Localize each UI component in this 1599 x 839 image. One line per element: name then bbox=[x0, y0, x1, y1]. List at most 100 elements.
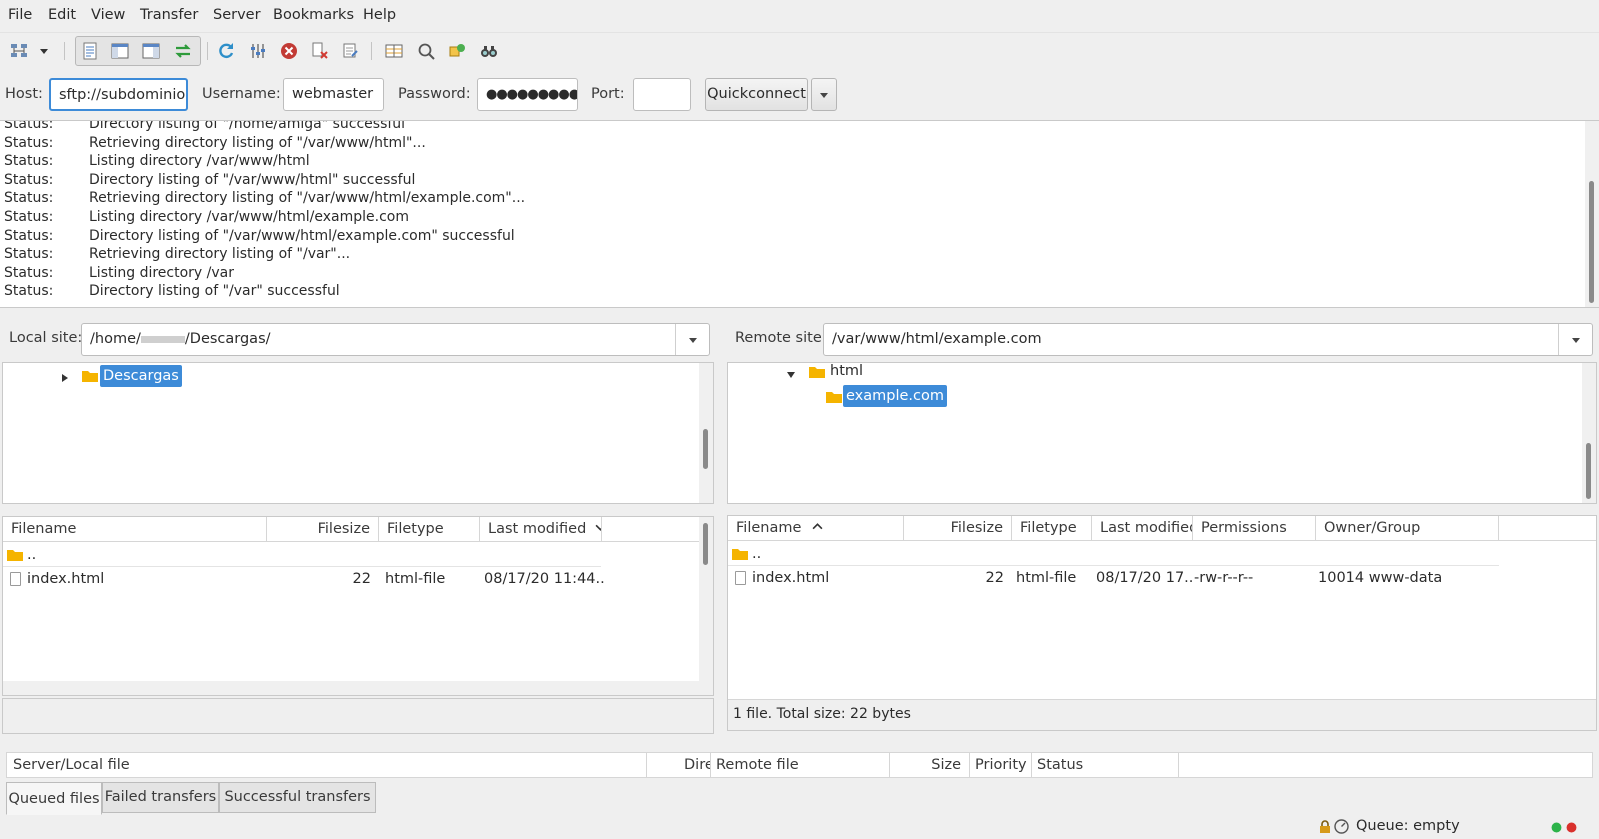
menu-server[interactable]: Server bbox=[213, 7, 261, 23]
local-list-scrollbar[interactable] bbox=[699, 517, 713, 695]
file-icon bbox=[735, 571, 746, 585]
chevron-down-icon bbox=[820, 93, 828, 98]
filter-icon[interactable] bbox=[413, 38, 439, 64]
local-path-prefix: /home/ bbox=[90, 331, 141, 347]
tab-queued-files[interactable]: Queued files bbox=[6, 782, 102, 815]
process-queue-icon[interactable] bbox=[245, 38, 271, 64]
log-row-message: Listing directory /var/www/html/example.… bbox=[89, 209, 409, 225]
local-tree-icon[interactable] bbox=[107, 38, 133, 64]
file-name: index.html bbox=[27, 571, 105, 587]
message-log-icon[interactable] bbox=[77, 38, 103, 64]
menu-transfer[interactable]: Transfer bbox=[140, 7, 198, 23]
username-input[interactable]: webmaster bbox=[283, 78, 384, 111]
file-size: 22 bbox=[352, 571, 371, 587]
local-status-box bbox=[2, 698, 714, 734]
remote-path-text: /var/www/html/example.com bbox=[832, 331, 1042, 347]
remote-summary: 1 file. Total size: 22 bytes bbox=[733, 706, 911, 722]
local-tree-scrollbar[interactable] bbox=[699, 363, 713, 503]
expand-arrow-icon[interactable] bbox=[60, 371, 70, 387]
collapse-arrow-icon[interactable] bbox=[786, 368, 796, 384]
list-item[interactable]: index.html 22 html-file 08/17/20 17... -… bbox=[728, 566, 1596, 590]
local-list-hscroll[interactable] bbox=[3, 681, 701, 695]
tree-node-descargas[interactable]: Descargas bbox=[100, 365, 182, 387]
dropdown-arrow-icon[interactable] bbox=[35, 38, 53, 64]
port-input[interactable] bbox=[633, 78, 691, 111]
log-scrollbar[interactable] bbox=[1585, 121, 1599, 307]
file-permissions: -rw-r--r-- bbox=[1194, 570, 1254, 586]
col-server-local-file[interactable]: Server/Local file bbox=[7, 753, 647, 777]
chevron-down-icon[interactable] bbox=[675, 324, 709, 355]
remote-tree-scrollbar[interactable] bbox=[1582, 363, 1596, 503]
quickconnect-dropdown-button[interactable] bbox=[811, 78, 837, 111]
status-bar: Queue: empty bbox=[0, 816, 1599, 839]
host-input[interactable]: sftp://subdominio.n bbox=[49, 78, 188, 111]
col-size[interactable]: Size bbox=[890, 753, 970, 777]
col-direction[interactable]: Directio bbox=[647, 753, 711, 777]
col-filetype[interactable]: Filetype bbox=[379, 517, 480, 542]
file-name: .. bbox=[27, 547, 37, 563]
col-owner-group[interactable]: Owner/Group bbox=[1316, 516, 1499, 541]
host-label: Host: bbox=[5, 86, 43, 102]
menu-file[interactable]: File bbox=[8, 7, 32, 23]
remote-tree-icon[interactable] bbox=[138, 38, 164, 64]
local-site-label: Local site: bbox=[9, 330, 83, 346]
tab-successful-transfers[interactable]: Successful transfers bbox=[219, 782, 376, 813]
disconnect-icon[interactable] bbox=[307, 38, 333, 64]
toolbar-separator bbox=[371, 42, 372, 60]
col-filetype[interactable]: Filetype bbox=[1012, 516, 1092, 541]
queue-header: Server/Local file Directio Remote file S… bbox=[6, 752, 1593, 778]
log-row-type: Status: bbox=[4, 134, 54, 151]
col-remote-file[interactable]: Remote file bbox=[711, 753, 890, 777]
col-priority[interactable]: Priority bbox=[970, 753, 1032, 777]
password-input[interactable]: ●●●●●●●●● bbox=[477, 78, 578, 111]
menu-view[interactable]: View bbox=[91, 7, 125, 23]
log-row-type: Status: bbox=[4, 227, 54, 244]
list-item[interactable]: .. bbox=[3, 543, 601, 567]
search-icon[interactable] bbox=[476, 38, 502, 64]
remote-site-path[interactable]: /var/www/html/example.com bbox=[823, 323, 1593, 356]
list-item[interactable]: .. bbox=[728, 542, 1499, 566]
col-last-modified[interactable]: Last modified bbox=[480, 517, 602, 542]
menu-bar: File Edit View Transfer Server Bookmarks… bbox=[0, 0, 1599, 33]
tree-node-html[interactable]: html bbox=[830, 363, 863, 382]
log-row-message: Directory listing of "/var/www/html" suc… bbox=[89, 171, 416, 188]
quickconnect-button[interactable]: Quickconnect bbox=[705, 78, 808, 111]
col-last-modified[interactable]: Last modified bbox=[1092, 516, 1193, 541]
list-item[interactable]: index.html 22 html-file 08/17/20 11:44..… bbox=[3, 567, 713, 591]
file-icon bbox=[10, 572, 21, 586]
tab-failed-transfers[interactable]: Failed transfers bbox=[102, 782, 219, 813]
reconnect-icon[interactable] bbox=[338, 38, 364, 64]
col-status[interactable]: Status bbox=[1032, 753, 1179, 777]
file-name: index.html bbox=[752, 570, 830, 586]
file-owner: 10014 www-data bbox=[1318, 570, 1443, 586]
col-permissions[interactable]: Permissions bbox=[1193, 516, 1316, 541]
sort-desc-icon bbox=[595, 524, 601, 531]
redacted-username bbox=[140, 335, 185, 343]
site-manager-icon[interactable] bbox=[6, 38, 32, 64]
log-row-type: Status: bbox=[4, 246, 54, 263]
local-path-suffix: /Descargas/ bbox=[184, 331, 271, 347]
log-scrollbar-thumb[interactable] bbox=[1589, 181, 1594, 303]
menu-help[interactable]: Help bbox=[363, 7, 396, 23]
chevron-down-icon[interactable] bbox=[1558, 324, 1592, 355]
col-filename[interactable]: Filename bbox=[728, 516, 904, 541]
col-filesize[interactable]: Filesize bbox=[267, 517, 379, 542]
menu-edit[interactable]: Edit bbox=[48, 7, 76, 23]
col-filesize[interactable]: Filesize bbox=[904, 516, 1012, 541]
transfer-queue-icon[interactable] bbox=[170, 38, 196, 64]
menu-bookmarks[interactable]: Bookmarks bbox=[273, 7, 354, 23]
refresh-icon[interactable] bbox=[213, 38, 239, 64]
log-row-type: Status: bbox=[4, 153, 54, 170]
remote-pane: Remote site: /var/www/html/example.com h… bbox=[725, 314, 1599, 735]
speed-limit-icon[interactable] bbox=[1334, 819, 1349, 834]
sync-browse-icon[interactable] bbox=[444, 38, 470, 64]
local-site-path[interactable]: /home/ /Descargas/ bbox=[81, 323, 710, 356]
log-row-message: Directory listing of "/var" successful bbox=[89, 283, 340, 300]
col-filename[interactable]: Filename bbox=[3, 517, 267, 542]
local-list-header: Filename Filesize Filetype Last modified bbox=[3, 517, 713, 542]
lock-icon bbox=[1320, 820, 1330, 833]
directory-comparison-icon[interactable] bbox=[381, 38, 407, 64]
local-file-list: Filename Filesize Filetype Last modified… bbox=[2, 516, 714, 696]
tree-node-example-com[interactable]: example.com bbox=[843, 385, 947, 407]
cancel-icon[interactable] bbox=[276, 38, 302, 64]
